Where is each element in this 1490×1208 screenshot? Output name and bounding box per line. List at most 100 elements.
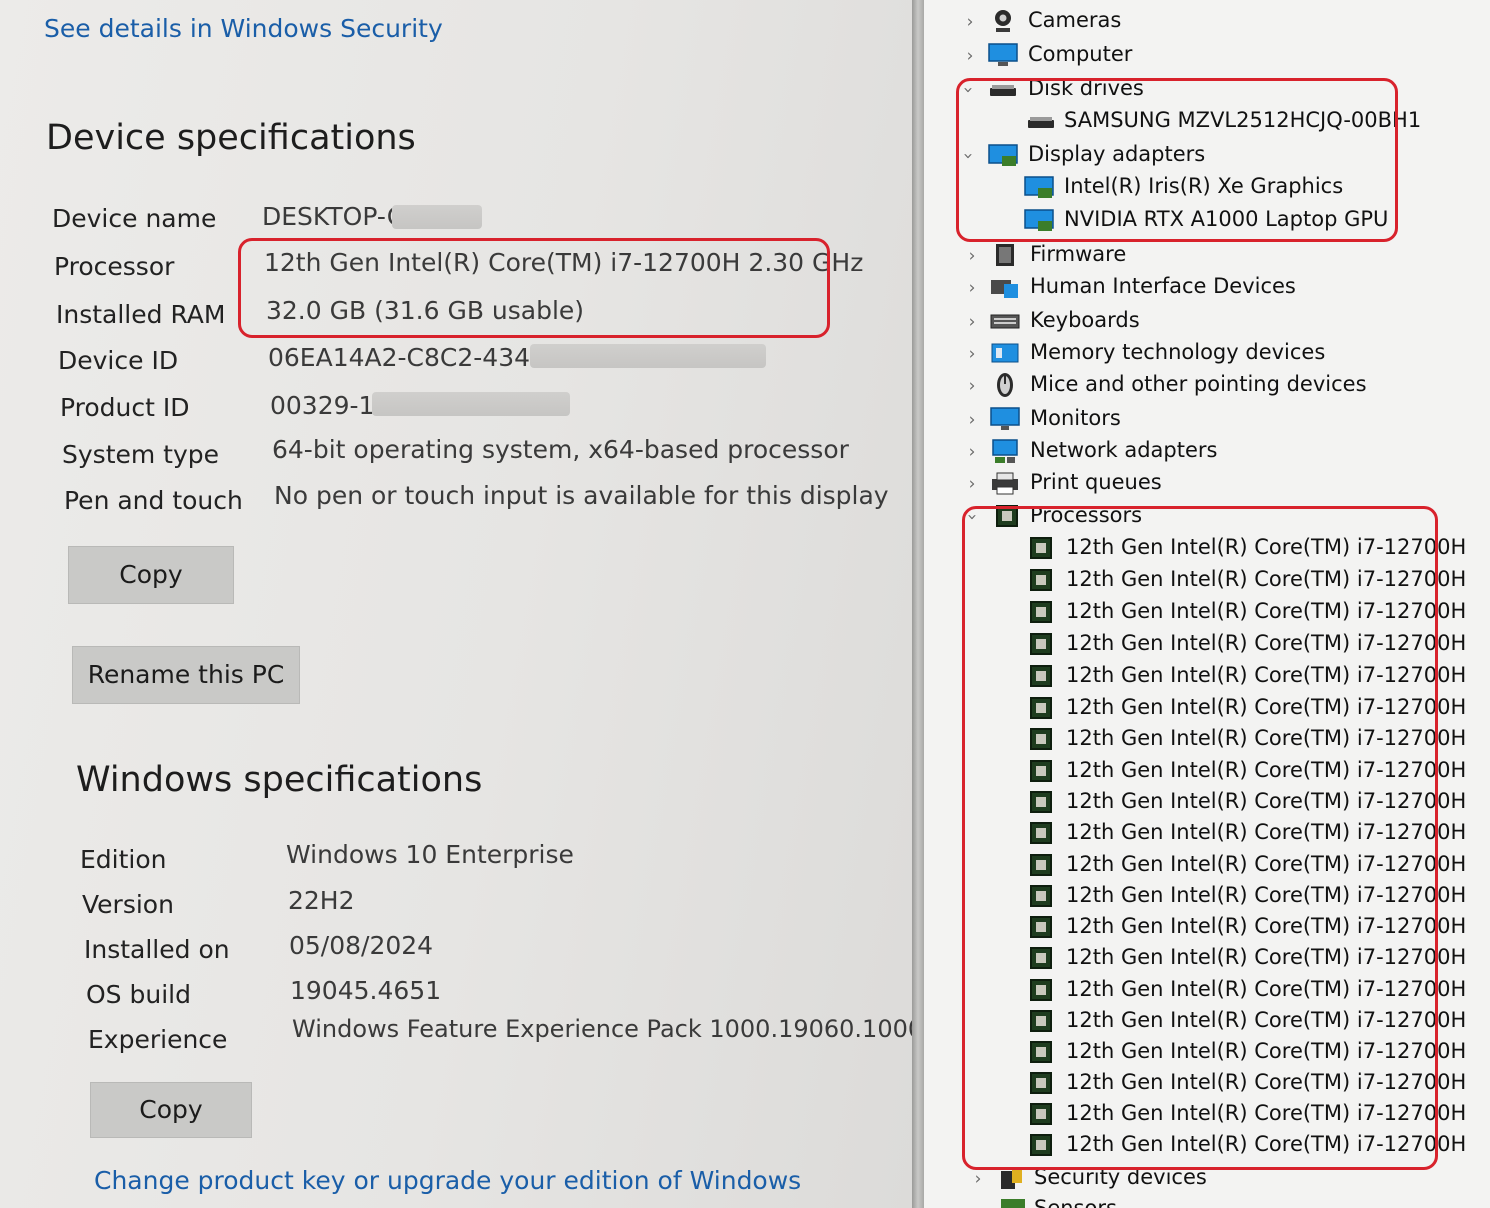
tree-device-processor[interactable]: 12th Gen Intel(R) Core(TM) i7-12700H	[924, 597, 1490, 629]
tree-device-processor[interactable]: 12th Gen Intel(R) Core(TM) i7-12700H	[924, 756, 1490, 788]
tree-label: Disk drives	[1028, 76, 1144, 100]
processor-icon	[1030, 633, 1052, 655]
tree-device-processor[interactable]: 12th Gen Intel(R) Core(TM) i7-12700H	[924, 1130, 1490, 1162]
spec-value-processor: 12th Gen Intel(R) Core(TM) i7-12700H 2.3…	[264, 248, 864, 277]
tree-device-processor[interactable]: 12th Gen Intel(R) Core(TM) i7-12700H	[924, 533, 1490, 565]
chevron-right-icon[interactable]: ›	[964, 342, 980, 366]
tree-category-display-adapters[interactable]: › Display adapters	[924, 140, 1490, 172]
device-manager-tree[interactable]: › Cameras › Computer › Disk drives SAMSU…	[924, 0, 1490, 1208]
processor-icon	[1030, 537, 1052, 559]
tree-label: Computer	[1028, 42, 1133, 66]
tree-category-mice[interactable]: › Mice and other pointing devices	[924, 370, 1490, 402]
processor-icon	[1030, 569, 1052, 591]
tree-device-processor[interactable]: 12th Gen Intel(R) Core(TM) i7-12700H	[924, 724, 1490, 756]
redaction-device-name	[392, 205, 482, 229]
tree-device-processor[interactable]: 12th Gen Intel(R) Core(TM) i7-12700H	[924, 629, 1490, 661]
monitor-icon	[990, 407, 1020, 430]
disk-drive-icon	[1028, 117, 1054, 128]
tree-device-processor[interactable]: 12th Gen Intel(R) Core(TM) i7-12700H	[924, 693, 1490, 725]
spec-label-experience: Experience	[88, 1025, 228, 1054]
tree-device-display-adapter[interactable]: NVIDIA RTX A1000 Laptop GPU	[924, 205, 1490, 237]
processor-icon	[1030, 885, 1052, 907]
chevron-right-icon[interactable]: ›	[970, 1167, 986, 1191]
tree-label: SAMSUNG MZVL2512HCJQ-00BH1	[1064, 108, 1422, 132]
tree-category-print-queues[interactable]: › Print queues	[924, 468, 1490, 500]
chevron-right-icon[interactable]: ›	[964, 408, 980, 432]
processor-icon	[1030, 979, 1052, 1001]
tree-device-processor[interactable]: 12th Gen Intel(R) Core(TM) i7-12700H	[924, 1006, 1490, 1038]
tree-device-processor[interactable]: 12th Gen Intel(R) Core(TM) i7-12700H	[924, 818, 1490, 850]
windows-security-link[interactable]: See details in Windows Security	[44, 14, 443, 43]
camera-icon	[995, 10, 1011, 32]
disk-drive-icon	[990, 85, 1016, 96]
tree-category-security-devices[interactable]: › Security devices	[924, 1163, 1490, 1195]
processor-icon	[1030, 1103, 1052, 1125]
tree-category-computer[interactable]: › Computer	[924, 40, 1490, 72]
display-adapter-icon	[988, 144, 1018, 166]
tree-category-monitors[interactable]: › Monitors	[924, 404, 1490, 436]
processor-icon	[1030, 1010, 1052, 1032]
tree-label: Print queues	[1030, 470, 1162, 494]
chevron-right-icon[interactable]: ›	[962, 10, 978, 34]
tree-label: Network adapters	[1030, 438, 1218, 462]
tree-label: 12th Gen Intel(R) Core(TM) i7-12700H	[1066, 820, 1467, 844]
tree-category-keyboards[interactable]: › Keyboards	[924, 306, 1490, 338]
chevron-right-icon[interactable]: ›	[964, 276, 980, 300]
tree-device-processor[interactable]: 12th Gen Intel(R) Core(TM) i7-12700H	[924, 943, 1490, 975]
tree-device-processor[interactable]: 12th Gen Intel(R) Core(TM) i7-12700H	[924, 1037, 1490, 1069]
tree-device-processor[interactable]: 12th Gen Intel(R) Core(TM) i7-12700H	[924, 661, 1490, 693]
tree-device-disk[interactable]: SAMSUNG MZVL2512HCJQ-00BH1	[924, 106, 1490, 138]
chevron-right-icon[interactable]: ›	[964, 440, 980, 464]
chevron-down-icon[interactable]: ›	[956, 148, 980, 164]
processor-icon	[1030, 854, 1052, 876]
tree-category-cameras[interactable]: › Cameras	[924, 6, 1490, 38]
tree-device-processor[interactable]: 12th Gen Intel(R) Core(TM) i7-12700H	[924, 850, 1490, 882]
tree-label: 12th Gen Intel(R) Core(TM) i7-12700H	[1066, 758, 1467, 782]
tree-device-processor[interactable]: 12th Gen Intel(R) Core(TM) i7-12700H	[924, 975, 1490, 1007]
chevron-down-icon[interactable]: ›	[956, 82, 980, 98]
tree-device-processor[interactable]: 12th Gen Intel(R) Core(TM) i7-12700H	[924, 1068, 1490, 1100]
spec-label-processor: Processor	[54, 252, 175, 281]
tree-device-processor[interactable]: 12th Gen Intel(R) Core(TM) i7-12700H	[924, 1099, 1490, 1131]
tree-category-firmware[interactable]: › Firmware	[924, 240, 1490, 272]
network-adapter-icon	[992, 439, 1018, 463]
tree-label: Cameras	[1028, 8, 1122, 32]
spec-label-os-build: OS build	[86, 980, 191, 1009]
mouse-icon	[997, 373, 1013, 397]
tree-category-disk-drives[interactable]: › Disk drives	[924, 74, 1490, 106]
chevron-right-icon[interactable]: ›	[964, 472, 980, 496]
hid-icon	[991, 280, 1018, 298]
tree-device-processor[interactable]: 12th Gen Intel(R) Core(TM) i7-12700H	[924, 565, 1490, 597]
copy-device-specs-button[interactable]: Copy	[68, 546, 234, 604]
spec-value-system-type: 64-bit operating system, x64-based proce…	[272, 435, 849, 464]
tree-device-processor[interactable]: 12th Gen Intel(R) Core(TM) i7-12700H	[924, 787, 1490, 819]
tree-category-processors[interactable]: › Processors	[924, 501, 1490, 533]
spec-value-pen-and-touch: No pen or touch input is available for t…	[274, 481, 889, 510]
tree-label: Security devices	[1034, 1165, 1207, 1189]
spec-value-experience: Windows Feature Experience Pack 1000.190…	[292, 1015, 912, 1043]
security-device-icon	[1001, 1169, 1022, 1189]
tree-category-human-interface-devices[interactable]: › Human Interface Devices	[924, 272, 1490, 304]
redaction-product-id	[372, 392, 570, 416]
processor-icon	[1030, 1072, 1052, 1094]
rename-pc-button[interactable]: Rename this PC	[72, 646, 300, 704]
tree-device-processor[interactable]: 12th Gen Intel(R) Core(TM) i7-12700H	[924, 912, 1490, 944]
change-product-key-link[interactable]: Change product key or upgrade your editi…	[94, 1166, 801, 1195]
chevron-right-icon[interactable]: ›	[962, 44, 978, 68]
processor-icon	[1030, 947, 1052, 969]
tree-category-sensors[interactable]: Sensors	[924, 1194, 1490, 1208]
chevron-down-icon[interactable]: ›	[960, 509, 984, 525]
tree-label: Mice and other pointing devices	[1030, 372, 1367, 396]
chevron-right-icon[interactable]: ›	[964, 244, 980, 268]
chevron-right-icon[interactable]: ›	[964, 310, 980, 334]
tree-device-processor[interactable]: 12th Gen Intel(R) Core(TM) i7-12700H	[924, 881, 1490, 913]
copy-windows-specs-button[interactable]: Copy	[90, 1082, 252, 1138]
tree-category-network-adapters[interactable]: › Network adapters	[924, 436, 1490, 468]
tree-category-memory-technology-devices[interactable]: › Memory technology devices	[924, 338, 1490, 370]
keyboard-icon	[990, 314, 1020, 329]
tree-device-display-adapter[interactable]: Intel(R) Iris(R) Xe Graphics	[924, 172, 1490, 204]
chevron-right-icon[interactable]: ›	[964, 374, 980, 398]
spec-value-version: 22H2	[288, 886, 355, 915]
memory-icon	[991, 343, 1019, 363]
tree-label: 12th Gen Intel(R) Core(TM) i7-12700H	[1066, 663, 1467, 687]
